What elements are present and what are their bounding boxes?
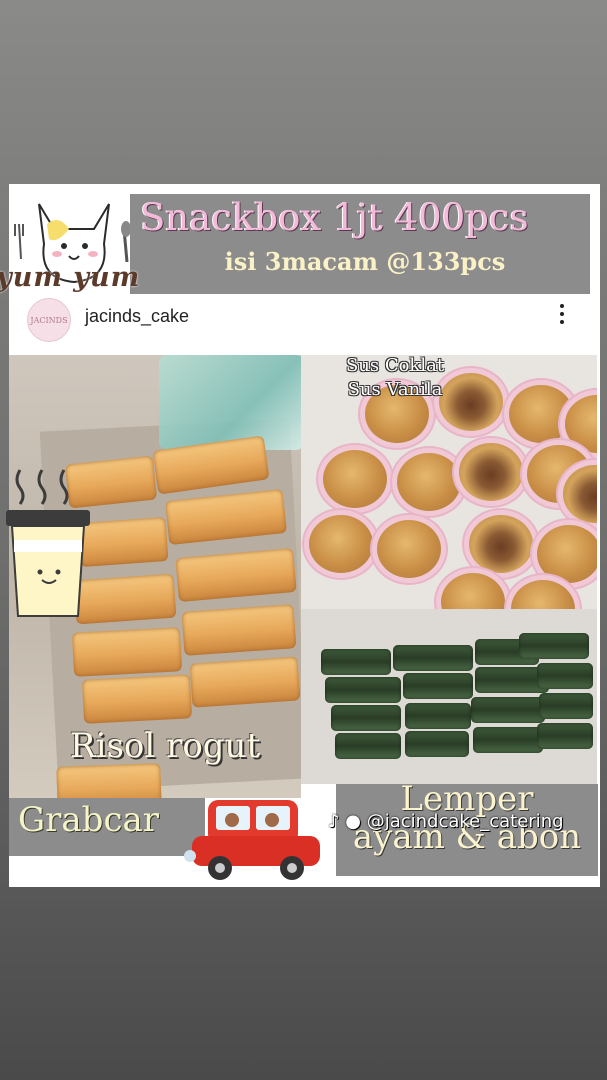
lemper-item bbox=[335, 733, 401, 759]
coffee-cup-icon bbox=[6, 469, 90, 617]
lemper-item bbox=[405, 731, 469, 757]
avatar-text: JACINDS bbox=[30, 315, 68, 325]
risol-item bbox=[189, 656, 301, 708]
lemper-item bbox=[393, 645, 473, 671]
profile-header: JACINDS jacinds_cake bbox=[9, 294, 600, 346]
sus-item bbox=[441, 573, 505, 609]
more-vert-icon[interactable] bbox=[557, 300, 567, 330]
tiktok-watermark: ♪ ● @jacindcake_catering bbox=[328, 811, 564, 832]
username[interactable]: jacinds_cake bbox=[85, 306, 189, 327]
lemper-item bbox=[403, 673, 473, 699]
sus-item bbox=[537, 525, 597, 583]
risol-item bbox=[56, 763, 162, 798]
lemper-item bbox=[405, 703, 471, 729]
lemper-item bbox=[537, 663, 593, 689]
risol-item bbox=[181, 604, 297, 656]
yum-sticker-text: yum yum bbox=[0, 262, 141, 293]
tiktok-logo-icon: ♪ bbox=[328, 811, 340, 832]
sus-item bbox=[397, 453, 461, 511]
sus-item bbox=[309, 515, 373, 573]
page-subtitle: isi 3macam @133pcs bbox=[224, 247, 506, 276]
sus-item bbox=[469, 515, 533, 573]
lemper-item bbox=[325, 677, 401, 703]
risol-item bbox=[81, 674, 193, 724]
risol-item bbox=[71, 627, 183, 677]
lemper-item bbox=[471, 697, 545, 723]
car-icon bbox=[184, 800, 320, 880]
tiktok-handle: @jacindcake_catering bbox=[366, 811, 564, 832]
lemper-item bbox=[537, 723, 593, 749]
avatar[interactable]: JACINDS bbox=[27, 298, 71, 342]
lemper-item bbox=[321, 649, 391, 675]
lemper-item bbox=[473, 727, 543, 753]
user-icon: ● bbox=[345, 811, 361, 832]
lemper-item bbox=[539, 693, 593, 719]
lemper-photo bbox=[301, 609, 597, 784]
lemper-item bbox=[519, 633, 589, 659]
grabcar-label: Grabcar bbox=[18, 800, 160, 840]
sus-item bbox=[511, 580, 575, 609]
sus-item bbox=[459, 443, 523, 501]
page-title: Snackbox 1jt 400pcs bbox=[140, 196, 529, 239]
sus-item bbox=[509, 385, 573, 443]
sus-caption: Sus Coklat Sus Vanila bbox=[320, 354, 470, 402]
sus-caption-line: Sus Coklat Sus Vanila bbox=[345, 355, 445, 400]
sus-item bbox=[323, 450, 387, 508]
lemper-item bbox=[331, 705, 401, 731]
risol-caption: Risol rogut bbox=[70, 726, 261, 766]
plastic-bag bbox=[159, 355, 301, 450]
sus-item bbox=[377, 520, 441, 578]
